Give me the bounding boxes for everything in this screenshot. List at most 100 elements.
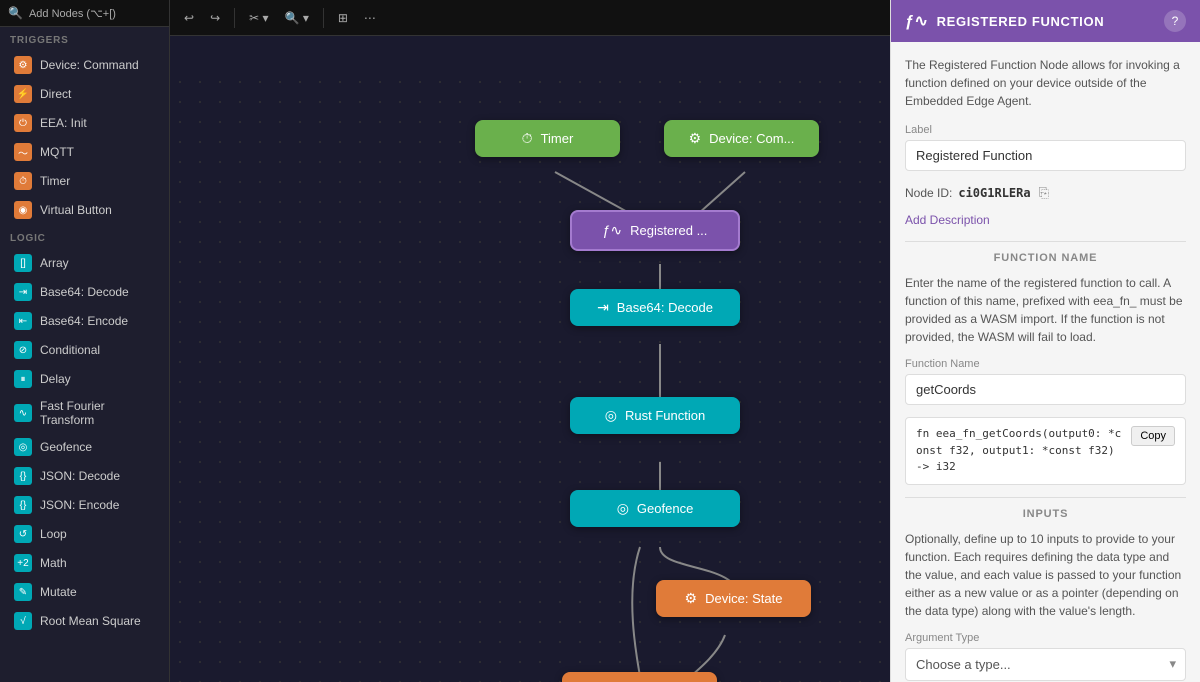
node-debug-node[interactable]: 🐛 Debug [562,672,717,682]
sidebar-item-fast-fourier[interactable]: ∿ Fast Fourier Transform [4,394,165,432]
sidebar-item-json-encode[interactable]: {} JSON: Encode [4,491,165,519]
logic-label-loop: Loop [40,527,67,541]
trigger-icon-timer: ⏱ [14,172,32,190]
sidebar-item-base64-encode[interactable]: ⇤ Base64: Encode [4,307,165,335]
node-device-com-node[interactable]: ⚙ Device: Com... [664,120,819,157]
right-panel: ƒ∿ REGISTERED FUNCTION ? The Registered … [890,0,1200,682]
inputs-section: INPUTS [905,497,1186,520]
sidebar-item-eea-init[interactable]: ⏻ EEA: Init [4,109,165,137]
logic-icon-base64-decode: ⇥ [14,283,32,301]
frame-button[interactable]: ⊞ [332,7,354,29]
node-icon-geofence-node: ◎ [617,500,629,517]
inputs-description: Optionally, define up to 10 inputs to pr… [905,530,1186,620]
node-registered-node[interactable]: ƒ∿ Registered ... [570,210,740,251]
sidebar-item-direct[interactable]: ⚡ Direct [4,80,165,108]
triggers-label: TRIGGERS [0,27,169,50]
label-field: Label [905,124,1186,183]
redo-button[interactable]: ↪ [204,7,226,29]
grid-button[interactable]: ⋯ [358,7,382,29]
fn-name-input[interactable] [905,374,1186,405]
search-icon: 🔍 [8,6,23,20]
logic-icon-json-decode: {} [14,467,32,485]
logic-label-json-encode: JSON: Encode [40,498,119,512]
panel-header: ƒ∿ REGISTERED FUNCTION ? [891,0,1200,42]
zoom-button[interactable]: 🔍 ▾ [279,7,315,29]
fn-name-label: Function Name [905,358,1186,370]
arg-type-label: Argument Type [905,632,1186,644]
logic-label-mutate: Mutate [40,585,77,599]
panel-description: The Registered Function Node allows for … [905,56,1186,110]
node-device-state-node[interactable]: ⚙ Device: State [656,580,811,617]
logic-icon-mutate: ✎ [14,583,32,601]
sidebar-item-array[interactable]: [] Array [4,249,165,277]
node-label-registered-node: Registered ... [630,223,707,238]
logic-icon-geofence: ◎ [14,438,32,456]
label-input[interactable] [905,140,1186,171]
node-icon-device-state-node: ⚙ [685,590,698,607]
toolbar-divider-1 [234,8,235,28]
copy-id-button[interactable]: ⎘ [1037,183,1051,203]
logic-icon-delay: ⏸ [14,370,32,388]
argument-type-field: Argument Type Choose a type... f32 f64 i… [905,632,1186,681]
canvas-area: ⏱ Timer ⚙ Device: Com... ƒ∿ Registered .… [170,36,890,682]
arg-type-select-wrapper: Choose a type... f32 f64 i32 i64 u8 u32 … [905,648,1186,681]
logic-label-conditional: Conditional [40,343,100,357]
panel-help-button[interactable]: ? [1164,10,1186,32]
panel-body: The Registered Function Node allows for … [891,42,1200,682]
logic-label-geofence: Geofence [40,440,92,454]
fn-description: Enter the name of the registered functio… [905,274,1186,346]
trigger-label-eea-init: EEA: Init [40,116,87,130]
sidebar-item-mutate[interactable]: ✎ Mutate [4,578,165,606]
node-rust-fn-node[interactable]: ◎ Rust Function [570,397,740,434]
logic-icon-conditional: ⊘ [14,341,32,359]
sidebar-item-geofence[interactable]: ◎ Geofence [4,433,165,461]
node-label-base64-node: Base64: Decode [617,300,713,315]
trigger-icon-eea-init: ⏻ [14,114,32,132]
logic-label-base64-encode: Base64: Encode [40,314,128,328]
node-icon-timer-node: ⏱ [522,130,533,147]
search-bar[interactable]: 🔍 Add Nodes (⌥+[) [0,0,169,27]
sidebar-item-json-decode[interactable]: {} JSON: Decode [4,462,165,490]
logic-label-root-mean-square: Root Mean Square [40,614,141,628]
sidebar-item-timer[interactable]: ⏱ Timer [4,167,165,195]
add-description-link[interactable]: Add Description [905,213,1186,227]
panel-fn-icon: ƒ∿ [905,11,929,31]
sidebar-item-device-command[interactable]: ⚙ Device: Command [4,51,165,79]
toolbar-divider-2 [323,8,324,28]
function-name-section: FUNCTION NAME [905,241,1186,264]
code-block: fn eea_fn_getCoords(output0: *const f32,… [905,417,1186,485]
arg-type-select[interactable]: Choose a type... f32 f64 i32 i64 u8 u32 … [905,648,1186,681]
node-label-timer-node: Timer [541,131,574,146]
node-label-device-com-node: Device: Com... [709,131,794,146]
logic-label-math: Math [40,556,67,570]
logic-label-json-decode: JSON: Decode [40,469,120,483]
node-base64-node[interactable]: ⇥ Base64: Decode [570,289,740,326]
logic-icon-math: +2 [14,554,32,572]
node-icon-base64-node: ⇥ [597,299,609,316]
logic-icon-json-encode: {} [14,496,32,514]
node-timer-node[interactable]: ⏱ Timer [475,120,620,157]
add-nodes-label: Add Nodes (⌥+[) [29,7,116,20]
sidebar-item-root-mean-square[interactable]: √ Root Mean Square [4,607,165,635]
canvas[interactable]: ⏱ Timer ⚙ Device: Com... ƒ∿ Registered .… [170,72,890,682]
sidebar-item-loop[interactable]: ↺ Loop [4,520,165,548]
sidebar-item-conditional[interactable]: ⊘ Conditional [4,336,165,364]
node-label-geofence-node: Geofence [637,501,693,516]
trigger-label-direct: Direct [40,87,71,101]
copy-code-button[interactable]: Copy [1131,426,1175,446]
node-label-device-state-node: Device: State [705,591,782,606]
trigger-label-device-command: Device: Command [40,58,139,72]
trigger-icon-mqtt: 〜 [14,143,32,161]
sidebar-item-delay[interactable]: ⏸ Delay [4,365,165,393]
sidebar-item-math[interactable]: +2 Math [4,549,165,577]
logic-icon-fast-fourier: ∿ [14,404,32,422]
label-field-label: Label [905,124,1186,136]
cut-button[interactable]: ✂ ▾ [243,7,274,29]
logic-icon-loop: ↺ [14,525,32,543]
undo-button[interactable]: ↩ [178,7,200,29]
node-geofence-node[interactable]: ◎ Geofence [570,490,740,527]
sidebar-item-virtual-button[interactable]: ◉ Virtual Button [4,196,165,224]
logic-section: LOGIC [] Array ⇥ Base64: Decode ⇤ Base64… [0,225,169,636]
sidebar-item-mqtt[interactable]: 〜 MQTT [4,138,165,166]
sidebar-item-base64-decode[interactable]: ⇥ Base64: Decode [4,278,165,306]
